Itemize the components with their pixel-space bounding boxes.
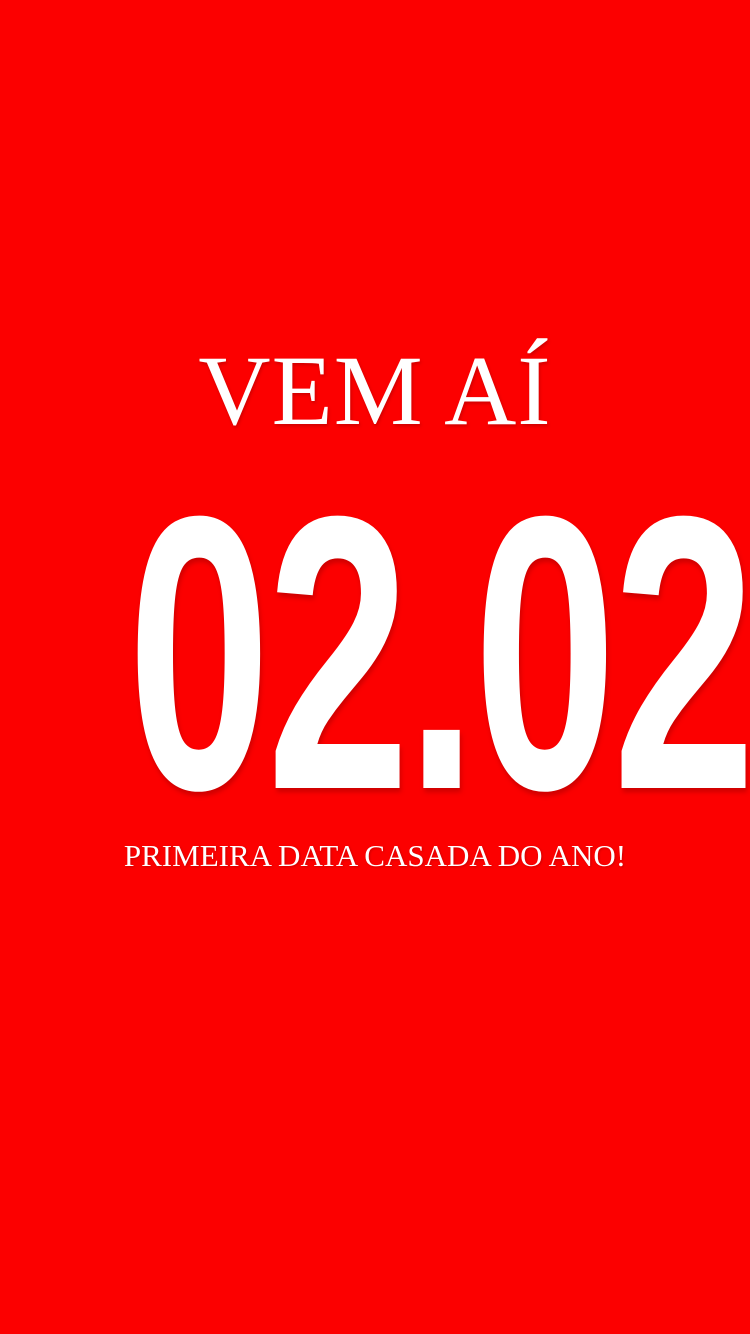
date-display: 02.02 [127, 435, 750, 871]
headline: VEM AÍ [198, 335, 552, 446]
subline: PRIMEIRA DATA CASADA DO ANO! [123, 838, 627, 873]
story-canvas: { "story": { "headline": "VEM AÍ", "date… [0, 0, 750, 1334]
